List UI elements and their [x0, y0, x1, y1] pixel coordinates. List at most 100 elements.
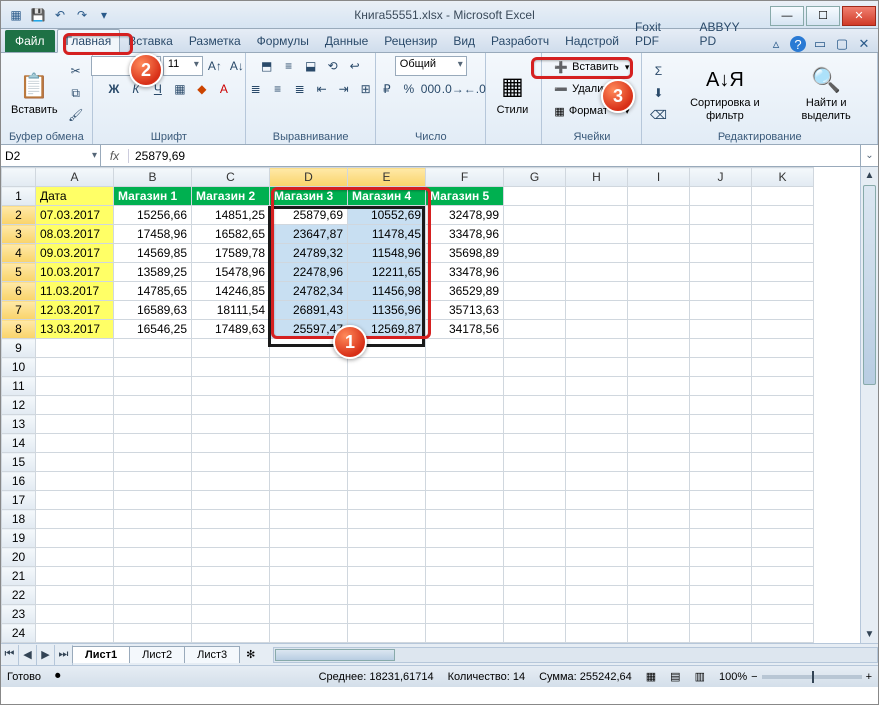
- align-middle-icon[interactable]: ≡: [279, 56, 299, 76]
- new-sheet-icon[interactable]: ✻: [240, 648, 261, 661]
- col-header-F[interactable]: F: [426, 168, 504, 187]
- cell-H8[interactable]: [566, 320, 628, 339]
- cell-A3[interactable]: 08.03.2017: [36, 225, 114, 244]
- cell-E2[interactable]: 10552,69: [348, 206, 426, 225]
- border-icon[interactable]: ▦: [170, 79, 190, 99]
- cell-B9[interactable]: [114, 339, 192, 358]
- cell-I7[interactable]: [628, 301, 690, 320]
- tab-file[interactable]: Файл: [5, 30, 55, 52]
- macro-record-icon[interactable]: ⏺: [55, 670, 61, 683]
- cell-I2[interactable]: [628, 206, 690, 225]
- tab-10[interactable]: ABBYY PD: [692, 16, 762, 52]
- cell-C4[interactable]: 17589,78: [192, 244, 270, 263]
- cell-C1[interactable]: Магазин 2: [192, 187, 270, 206]
- cell-B24[interactable]: [114, 624, 192, 643]
- cell-D13[interactable]: [270, 415, 348, 434]
- cell-E7[interactable]: 11356,96: [348, 301, 426, 320]
- cell-A4[interactable]: 09.03.2017: [36, 244, 114, 263]
- copy-icon[interactable]: ⧉: [66, 83, 86, 103]
- cell-B3[interactable]: 17458,96: [114, 225, 192, 244]
- cell-F20[interactable]: [426, 548, 504, 567]
- cell-K13[interactable]: [752, 415, 814, 434]
- cell-B15[interactable]: [114, 453, 192, 472]
- cell-B20[interactable]: [114, 548, 192, 567]
- cell-D7[interactable]: 26891,43: [270, 301, 348, 320]
- cell-B21[interactable]: [114, 567, 192, 586]
- cell-K24[interactable]: [752, 624, 814, 643]
- cell-E20[interactable]: [348, 548, 426, 567]
- expand-formula-bar-icon[interactable]: ⌄: [860, 145, 878, 166]
- cell-K8[interactable]: [752, 320, 814, 339]
- cell-B25[interactable]: [114, 643, 192, 644]
- cell-G18[interactable]: [504, 510, 566, 529]
- cell-E17[interactable]: [348, 491, 426, 510]
- cell-K10[interactable]: [752, 358, 814, 377]
- cell-G11[interactable]: [504, 377, 566, 396]
- cell-J24[interactable]: [690, 624, 752, 643]
- cell-G20[interactable]: [504, 548, 566, 567]
- cell-F2[interactable]: 32478,99: [426, 206, 504, 225]
- cell-K15[interactable]: [752, 453, 814, 472]
- align-left-icon[interactable]: ≣: [246, 79, 266, 99]
- cell-D4[interactable]: 24789,32: [270, 244, 348, 263]
- cell-A22[interactable]: [36, 586, 114, 605]
- cell-G12[interactable]: [504, 396, 566, 415]
- cell-F14[interactable]: [426, 434, 504, 453]
- cell-K6[interactable]: [752, 282, 814, 301]
- cell-E23[interactable]: [348, 605, 426, 624]
- cell-B19[interactable]: [114, 529, 192, 548]
- col-header-G[interactable]: G: [504, 168, 566, 187]
- cell-C16[interactable]: [192, 472, 270, 491]
- cell-D14[interactable]: [270, 434, 348, 453]
- cell-C21[interactable]: [192, 567, 270, 586]
- cells-format-button[interactable]: ▦Формат▾: [548, 100, 635, 122]
- cell-K17[interactable]: [752, 491, 814, 510]
- col-header-C[interactable]: C: [192, 168, 270, 187]
- cell-J14[interactable]: [690, 434, 752, 453]
- row-header-16[interactable]: 16: [2, 472, 36, 491]
- cell-D15[interactable]: [270, 453, 348, 472]
- cell-A7[interactable]: 12.03.2017: [36, 301, 114, 320]
- styles-button[interactable]: ▦ Стили: [492, 69, 532, 118]
- cell-C2[interactable]: 14851,25: [192, 206, 270, 225]
- cell-B10[interactable]: [114, 358, 192, 377]
- cell-F9[interactable]: [426, 339, 504, 358]
- cells-insert-button[interactable]: ➕Вставить▾: [548, 56, 635, 78]
- cell-B1[interactable]: Магазин 1: [114, 187, 192, 206]
- cell-I15[interactable]: [628, 453, 690, 472]
- row-header-18[interactable]: 18: [2, 510, 36, 529]
- cell-I14[interactable]: [628, 434, 690, 453]
- cell-I22[interactable]: [628, 586, 690, 605]
- font-family-combo[interactable]: [91, 56, 161, 76]
- row-header-24[interactable]: 24: [2, 624, 36, 643]
- cell-A17[interactable]: [36, 491, 114, 510]
- cell-H16[interactable]: [566, 472, 628, 491]
- cell-A8[interactable]: 13.03.2017: [36, 320, 114, 339]
- horizontal-scrollbar[interactable]: [273, 647, 878, 663]
- cell-J15[interactable]: [690, 453, 752, 472]
- cell-F7[interactable]: 35713,63: [426, 301, 504, 320]
- cell-E1[interactable]: Магазин 4: [348, 187, 426, 206]
- cell-A25[interactable]: [36, 643, 114, 644]
- tab-8[interactable]: Надстрой: [557, 30, 627, 52]
- cell-A10[interactable]: [36, 358, 114, 377]
- cell-B5[interactable]: 13589,25: [114, 263, 192, 282]
- cell-A19[interactable]: [36, 529, 114, 548]
- cell-F21[interactable]: [426, 567, 504, 586]
- cell-C9[interactable]: [192, 339, 270, 358]
- cell-F11[interactable]: [426, 377, 504, 396]
- cell-D22[interactable]: [270, 586, 348, 605]
- cell-F1[interactable]: Магазин 5: [426, 187, 504, 206]
- cell-E24[interactable]: [348, 624, 426, 643]
- cell-I12[interactable]: [628, 396, 690, 415]
- cell-A11[interactable]: [36, 377, 114, 396]
- sheet-nav-prev-icon[interactable]: ◀: [19, 645, 37, 665]
- redo-icon[interactable]: ↷: [73, 6, 91, 24]
- cell-K1[interactable]: [752, 187, 814, 206]
- indent-dec-icon[interactable]: ⇤: [312, 79, 332, 99]
- cell-A24[interactable]: [36, 624, 114, 643]
- cell-J1[interactable]: [690, 187, 752, 206]
- cell-C10[interactable]: [192, 358, 270, 377]
- cell-K12[interactable]: [752, 396, 814, 415]
- worksheet-grid[interactable]: ABCDEFGHIJK1ДатаМагазин 1Магазин 2Магази…: [1, 167, 878, 643]
